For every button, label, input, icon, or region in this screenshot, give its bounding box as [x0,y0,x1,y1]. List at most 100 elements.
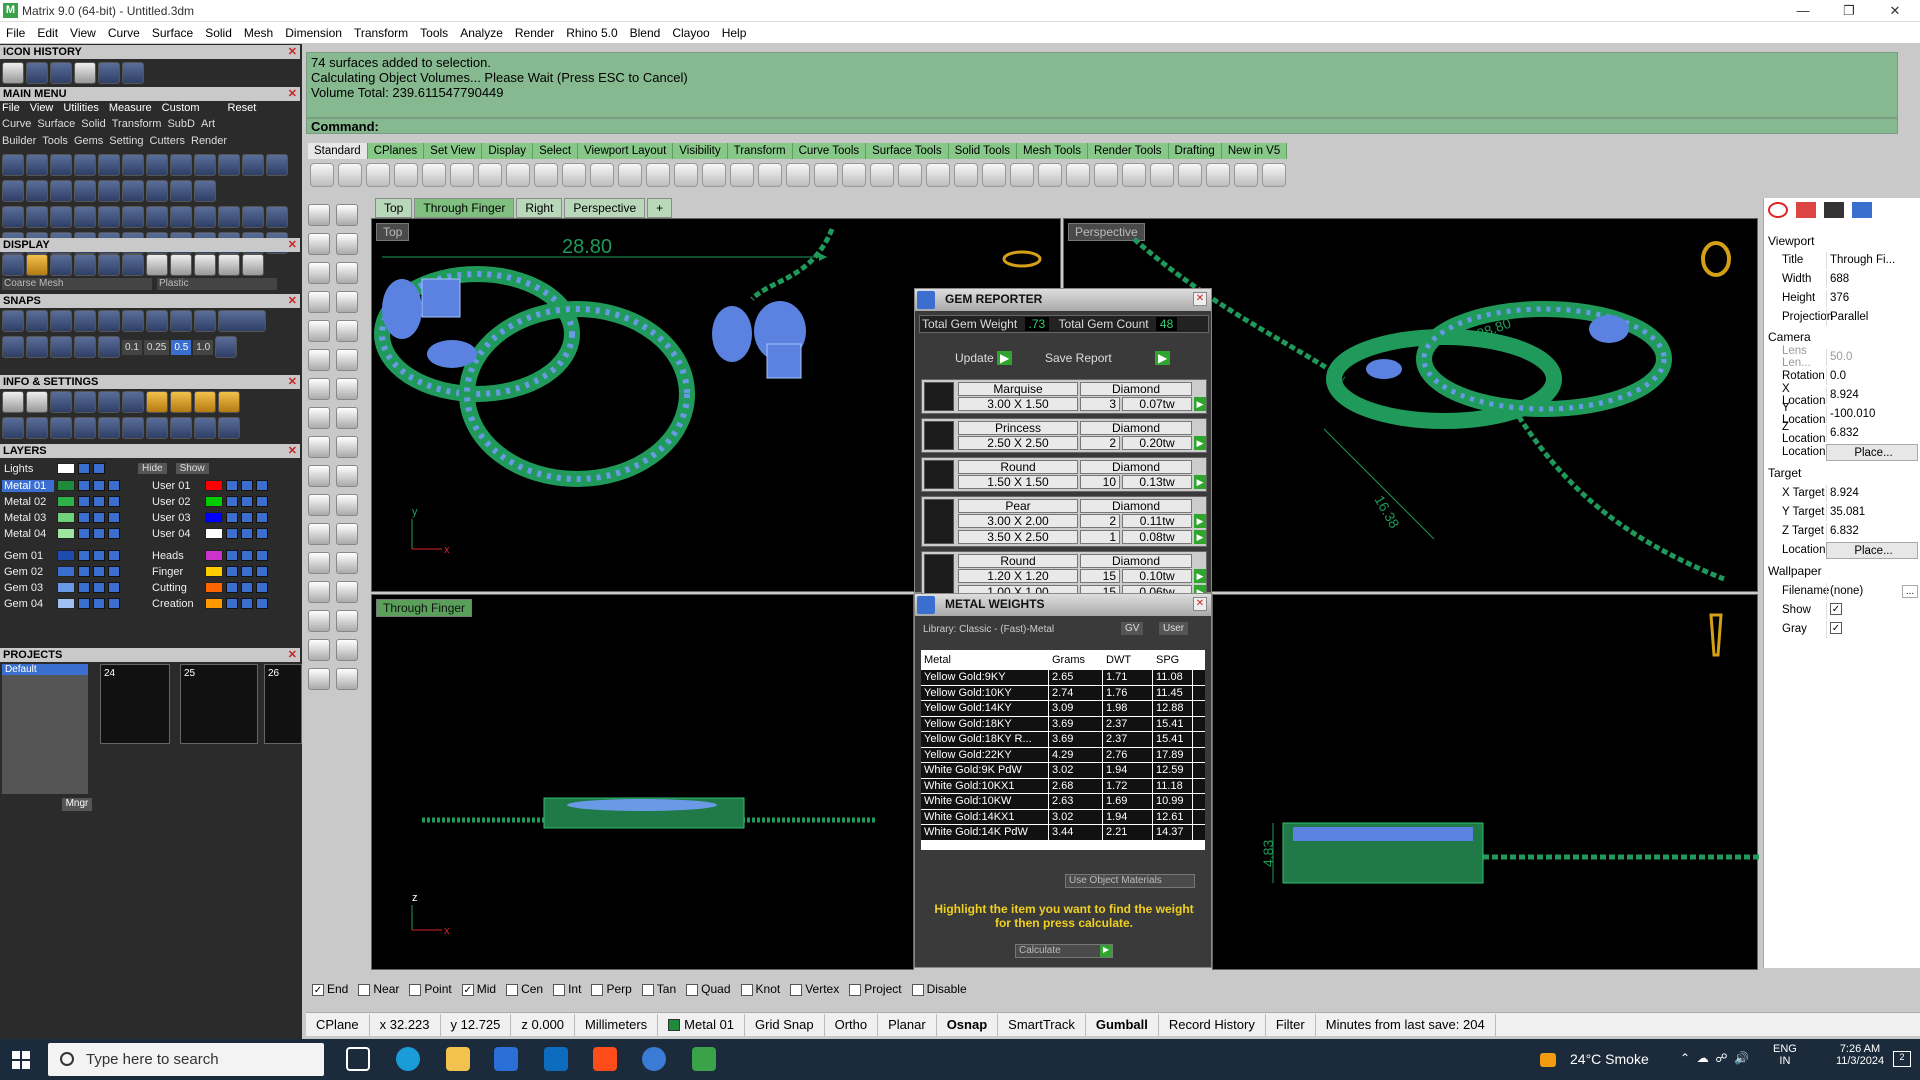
hide-button[interactable]: Hide [138,463,167,474]
main-menu-curve[interactable]: Curve [2,118,31,130]
osnap-project[interactable]: Project [849,982,902,996]
help-icon[interactable] [1178,163,1202,187]
layer-lock-toggle[interactable] [93,598,105,609]
help-icon[interactable] [1852,202,1872,218]
units-label[interactable]: Millimeters [575,1013,659,1036]
gem-row[interactable]: Princess Diamond 2.50 X 2.50 2 0.20tw ▶ [921,418,1207,453]
print-icon[interactable] [394,163,418,187]
windows-start-icon[interactable] [12,1051,30,1069]
layer-toggle[interactable] [108,528,120,539]
osnap-checkbox[interactable] [409,983,422,996]
layer-row[interactable]: Gem 01 [2,548,120,563]
layer-name[interactable]: Gem 01 [2,550,54,562]
ortho-toggle[interactable]: Ortho [825,1013,879,1036]
layer-lock-toggle[interactable] [241,528,253,539]
menu-clayoo[interactable]: Clayoo [672,26,709,40]
layer-name[interactable]: User 01 [150,480,202,492]
menu-edit[interactable]: Edit [37,26,58,40]
layer-color-swatch[interactable] [57,480,75,491]
drawing-tool-icon[interactable] [336,523,358,545]
viewport-through-finger[interactable]: Through Finger z x [371,594,914,970]
main-menu-cutters[interactable]: Cutters [150,135,185,147]
tool-icon[interactable] [266,154,288,176]
tab-cplanes[interactable]: CPlanes [368,143,425,159]
osnap-checkbox[interactable] [641,983,654,996]
drawing-tool-icon[interactable] [336,204,358,226]
main-menu-transform[interactable]: Transform [112,118,162,130]
place-target-button[interactable]: Place... [1826,541,1918,559]
layer-row[interactable]: Gem 04 [2,596,120,611]
snap-icon[interactable] [74,310,96,332]
layer-row[interactable]: Metal 03 [2,510,120,525]
layer-toggle[interactable] [256,528,268,539]
snap-value-button[interactable]: 1.0 [193,339,214,355]
project-default[interactable]: Default [2,664,88,675]
layer-row[interactable]: User 01 [150,478,268,493]
menu-file[interactable]: File [6,26,25,40]
tab-mesh-tools[interactable]: Mesh Tools [1017,143,1088,159]
display-mode-icon[interactable] [98,254,120,276]
menu-solid[interactable]: Solid [205,26,232,40]
layer-name[interactable]: Finger [150,566,202,578]
drawing-tool-icon[interactable] [336,378,358,400]
tool-icon[interactable] [74,180,96,202]
layer-lock-toggle[interactable] [93,480,105,491]
gem-select-arrow-icon[interactable]: ▶ [1194,530,1206,544]
close-icon[interactable]: ✕ [288,375,297,389]
gem-select-arrow-icon[interactable]: ▶ [1194,436,1206,450]
main-menu-reset[interactable]: Reset [228,102,257,114]
layer-color-swatch[interactable] [57,496,75,507]
light-bulb-icon[interactable] [898,163,922,187]
layer-lock-toggle[interactable] [241,598,253,609]
tool-icon[interactable] [26,154,48,176]
project-thumbnail[interactable]: 26 [264,664,302,744]
tool-icon[interactable] [2,180,24,202]
osnap-checkbox[interactable]: ✓ [461,983,474,996]
layer-color-swatch[interactable] [205,528,223,539]
layer-toggle[interactable] [256,598,268,609]
layer-lock-toggle[interactable] [241,582,253,593]
info-icon[interactable] [122,417,144,439]
weather-label[interactable]: 24°C Smoke [1570,1051,1649,1067]
layer-name[interactable]: Gem 04 [2,598,54,610]
close-icon[interactable]: ✕ [288,294,297,308]
layer-name[interactable]: User 02 [150,496,202,508]
drawing-tool-icon[interactable] [308,291,330,313]
layer-toggle[interactable] [256,512,268,523]
layer-visibility-toggle[interactable] [226,582,238,593]
layer-name[interactable]: Metal 04 [2,528,54,540]
table-row[interactable]: White Gold:14KX1 3.02 1.94 12.61 [921,809,1205,825]
y-target-field[interactable]: 35.081 [1826,503,1918,521]
color-wheel-icon[interactable] [982,163,1006,187]
file-explorer-icon[interactable] [446,1047,470,1071]
x-location-field[interactable]: 8.924 [1826,386,1918,404]
gray-checkbox[interactable]: ✓ [1830,622,1842,635]
gem-select-arrow-icon[interactable]: ▶ [1194,397,1206,411]
drawing-tool-icon[interactable] [308,494,330,516]
width-field[interactable]: 688 [1826,270,1918,288]
layer-toggle[interactable] [256,496,268,507]
layer-color-swatch[interactable] [57,463,75,474]
filter-toggle[interactable]: Filter [1266,1013,1316,1036]
layer-name[interactable]: Metal 02 [2,496,54,508]
layer-visibility-toggle[interactable] [78,566,90,577]
gv-toggle[interactable]: GV [1121,622,1144,635]
drawing-tool-icon[interactable] [308,407,330,429]
pencil-icon[interactable] [1234,163,1258,187]
layer-visibility-toggle[interactable] [78,528,90,539]
lock-icon[interactable] [926,163,950,187]
layer-visibility-toggle[interactable] [226,512,238,523]
snap-icon[interactable] [146,310,168,332]
info-icon[interactable] [170,391,192,413]
layer-row[interactable]: Heads [150,548,268,563]
snap-icon[interactable] [2,310,24,332]
cplane-icon[interactable] [870,163,894,187]
drawing-tool-icon[interactable] [336,668,358,690]
history-tool-icon[interactable] [50,62,72,84]
render-sphere-icon[interactable] [1010,163,1034,187]
edge-icon[interactable] [396,1047,420,1071]
cut-icon[interactable] [450,163,474,187]
layer-toggle[interactable] [78,463,90,474]
layer-row[interactable]: User 04 [150,526,268,541]
layer-name[interactable]: Gem 02 [2,566,54,578]
